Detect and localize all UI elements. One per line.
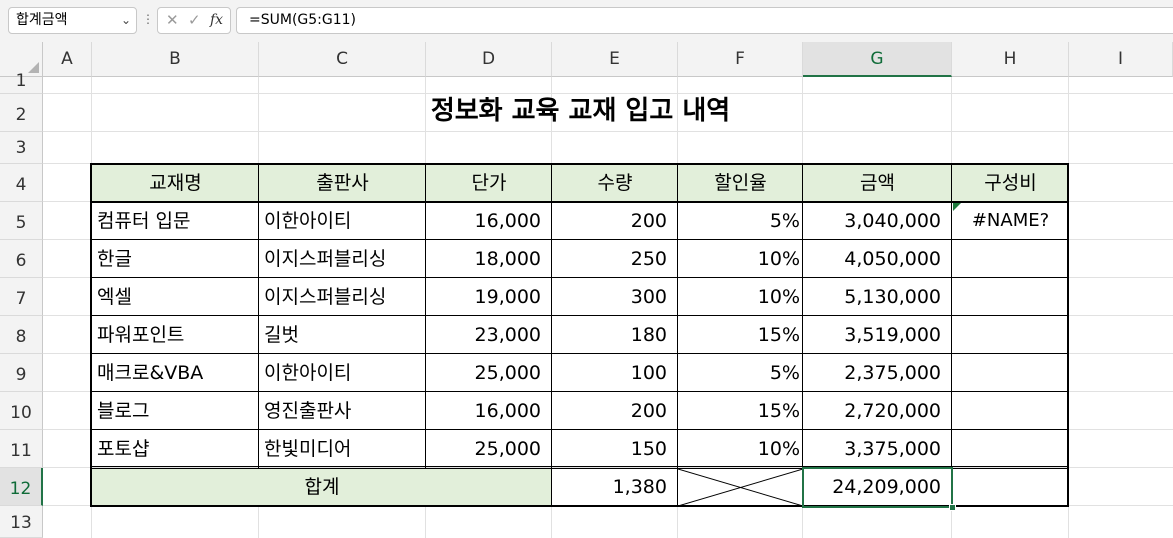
ratio-cell[interactable] (952, 430, 1069, 468)
column-header-e[interactable]: E (552, 42, 678, 77)
ratio-cell[interactable] (952, 278, 1069, 316)
column-header-a[interactable]: A (43, 42, 92, 77)
price-cell[interactable]: 16,000 (426, 392, 552, 430)
book-cell[interactable]: 매크로&VBA (92, 354, 259, 392)
price-cell[interactable]: 16,000 (426, 202, 552, 240)
amount-cell[interactable]: 4,050,000 (803, 240, 952, 278)
amount-cell[interactable]: 3,375,000 (803, 430, 952, 468)
qty-cell[interactable]: 300 (552, 278, 678, 316)
book-cell[interactable]: 한글 (92, 240, 259, 278)
price-cell[interactable]: 23,000 (426, 316, 552, 354)
row-header-9[interactable]: 9 (0, 354, 43, 392)
amount-cell[interactable]: 3,040,000 (803, 202, 952, 240)
row-header-12[interactable]: 12 (0, 468, 43, 506)
book-cell[interactable]: 포토샵 (92, 430, 259, 468)
header-cell-qty[interactable]: 수량 (552, 165, 678, 202)
row-header-1[interactable]: 1 (0, 73, 43, 94)
amount-cell[interactable]: 2,375,000 (803, 354, 952, 392)
row-header-8[interactable]: 8 (0, 316, 43, 354)
ratio-cell[interactable] (952, 354, 1069, 392)
row-header-13[interactable]: 13 (0, 506, 43, 538)
sheet-title[interactable]: 정보화 교육 교재 입고 내역 (92, 94, 1069, 132)
chevron-down-icon[interactable]: ⌄ (121, 8, 131, 33)
header-cell-ratio[interactable]: 구성비 (952, 165, 1069, 202)
column-header-c[interactable]: C (259, 42, 426, 77)
name-box[interactable]: 합계금액 ⌄ (8, 7, 137, 34)
qty-cell[interactable]: 200 (552, 392, 678, 430)
price-cell[interactable]: 25,000 (426, 354, 552, 392)
total-label-cell[interactable]: 합계 (92, 469, 552, 506)
column-header-i[interactable]: I (1069, 42, 1173, 77)
ratio-cell[interactable] (952, 316, 1069, 354)
row-header-7[interactable]: 7 (0, 278, 43, 316)
header-cell-discount[interactable]: 할인율 (678, 165, 803, 202)
fill-handle[interactable] (949, 504, 956, 511)
publisher-cell[interactable]: 영진출판사 (259, 392, 426, 430)
check-icon[interactable]: ✓ (188, 11, 201, 29)
publisher-cell[interactable]: 길벗 (259, 316, 426, 354)
column-header-f[interactable]: F (678, 42, 803, 77)
discount-cell[interactable]: 10% (678, 278, 803, 316)
error-indicator-icon[interactable] (953, 203, 961, 211)
qty-cell[interactable]: 200 (552, 202, 678, 240)
active-cell-selection (802, 467, 953, 508)
book-cell[interactable]: 블로그 (92, 392, 259, 430)
qty-cell[interactable]: 100 (552, 354, 678, 392)
column-header-b[interactable]: B (92, 42, 259, 77)
discount-cell[interactable]: 10% (678, 430, 803, 468)
ratio-cell[interactable] (952, 240, 1069, 278)
amount-cell[interactable]: 5,130,000 (803, 278, 952, 316)
header-cell-publisher[interactable]: 출판사 (259, 165, 426, 202)
name-box-value: 합계금액 (16, 12, 68, 28)
discount-cell[interactable]: 15% (678, 392, 803, 430)
row-header-6[interactable]: 6 (0, 240, 43, 278)
publisher-cell[interactable]: 이지스퍼블리싱 (259, 240, 426, 278)
column-header-d[interactable]: D (426, 42, 552, 77)
price-cell[interactable]: 25,000 (426, 430, 552, 468)
publisher-cell[interactable]: 이한아이티 (259, 202, 426, 240)
publisher-cell[interactable]: 이한아이티 (259, 354, 426, 392)
qty-cell[interactable]: 150 (552, 430, 678, 468)
discount-cell[interactable]: 10% (678, 240, 803, 278)
row-header-5[interactable]: 5 (0, 202, 43, 240)
column-header-h[interactable]: H (952, 42, 1069, 77)
ratio-cell[interactable] (952, 392, 1069, 430)
row-header-11[interactable]: 11 (0, 430, 43, 468)
formula-buttons: ✕ ✓ fx (157, 7, 231, 34)
discount-cell[interactable]: 15% (678, 316, 803, 354)
discount-cell[interactable]: 5% (678, 202, 803, 240)
row-header-3[interactable]: 3 (0, 132, 43, 164)
formula-bar: 합계금액 ⌄ ⋮ ✕ ✓ fx =SUM(G5:G11) (0, 0, 1173, 42)
ratio-cell[interactable]: #NAME? (952, 202, 1069, 240)
publisher-cell[interactable]: 이지스퍼블리싱 (259, 278, 426, 316)
header-cell-amount[interactable]: 금액 (803, 165, 952, 202)
row-header-10[interactable]: 10 (0, 392, 43, 430)
formula-input[interactable]: =SUM(G5:G11) (236, 7, 1173, 34)
qty-cell[interactable]: 250 (552, 240, 678, 278)
cancel-icon[interactable]: ✕ (166, 11, 179, 29)
fx-icon[interactable]: fx (210, 12, 223, 28)
discount-cell[interactable]: 5% (678, 354, 803, 392)
header-cell-book[interactable]: 교재명 (92, 165, 259, 202)
book-cell[interactable]: 컴퓨터 입문 (92, 202, 259, 240)
book-cell[interactable]: 엑셀 (92, 278, 259, 316)
price-cell[interactable]: 18,000 (426, 240, 552, 278)
book-cell[interactable]: 파워포인트 (92, 316, 259, 354)
row-header-2[interactable]: 2 (0, 94, 43, 132)
header-cell-price[interactable]: 단가 (426, 165, 552, 202)
price-cell[interactable]: 19,000 (426, 278, 552, 316)
publisher-cell[interactable]: 한빛미디어 (259, 430, 426, 468)
qty-cell[interactable]: 180 (552, 316, 678, 354)
amount-cell[interactable]: 3,519,000 (803, 316, 952, 354)
diagonal-blank-cell[interactable] (678, 469, 803, 506)
total-qty-cell[interactable]: 1,380 (552, 469, 678, 506)
row-header-4[interactable]: 4 (0, 164, 43, 202)
amount-cell[interactable]: 2,720,000 (803, 392, 952, 430)
more-options-icon[interactable]: ⋮ (142, 12, 154, 26)
column-header-g[interactable]: G (803, 42, 952, 77)
total-ratio-cell[interactable] (952, 469, 1069, 506)
